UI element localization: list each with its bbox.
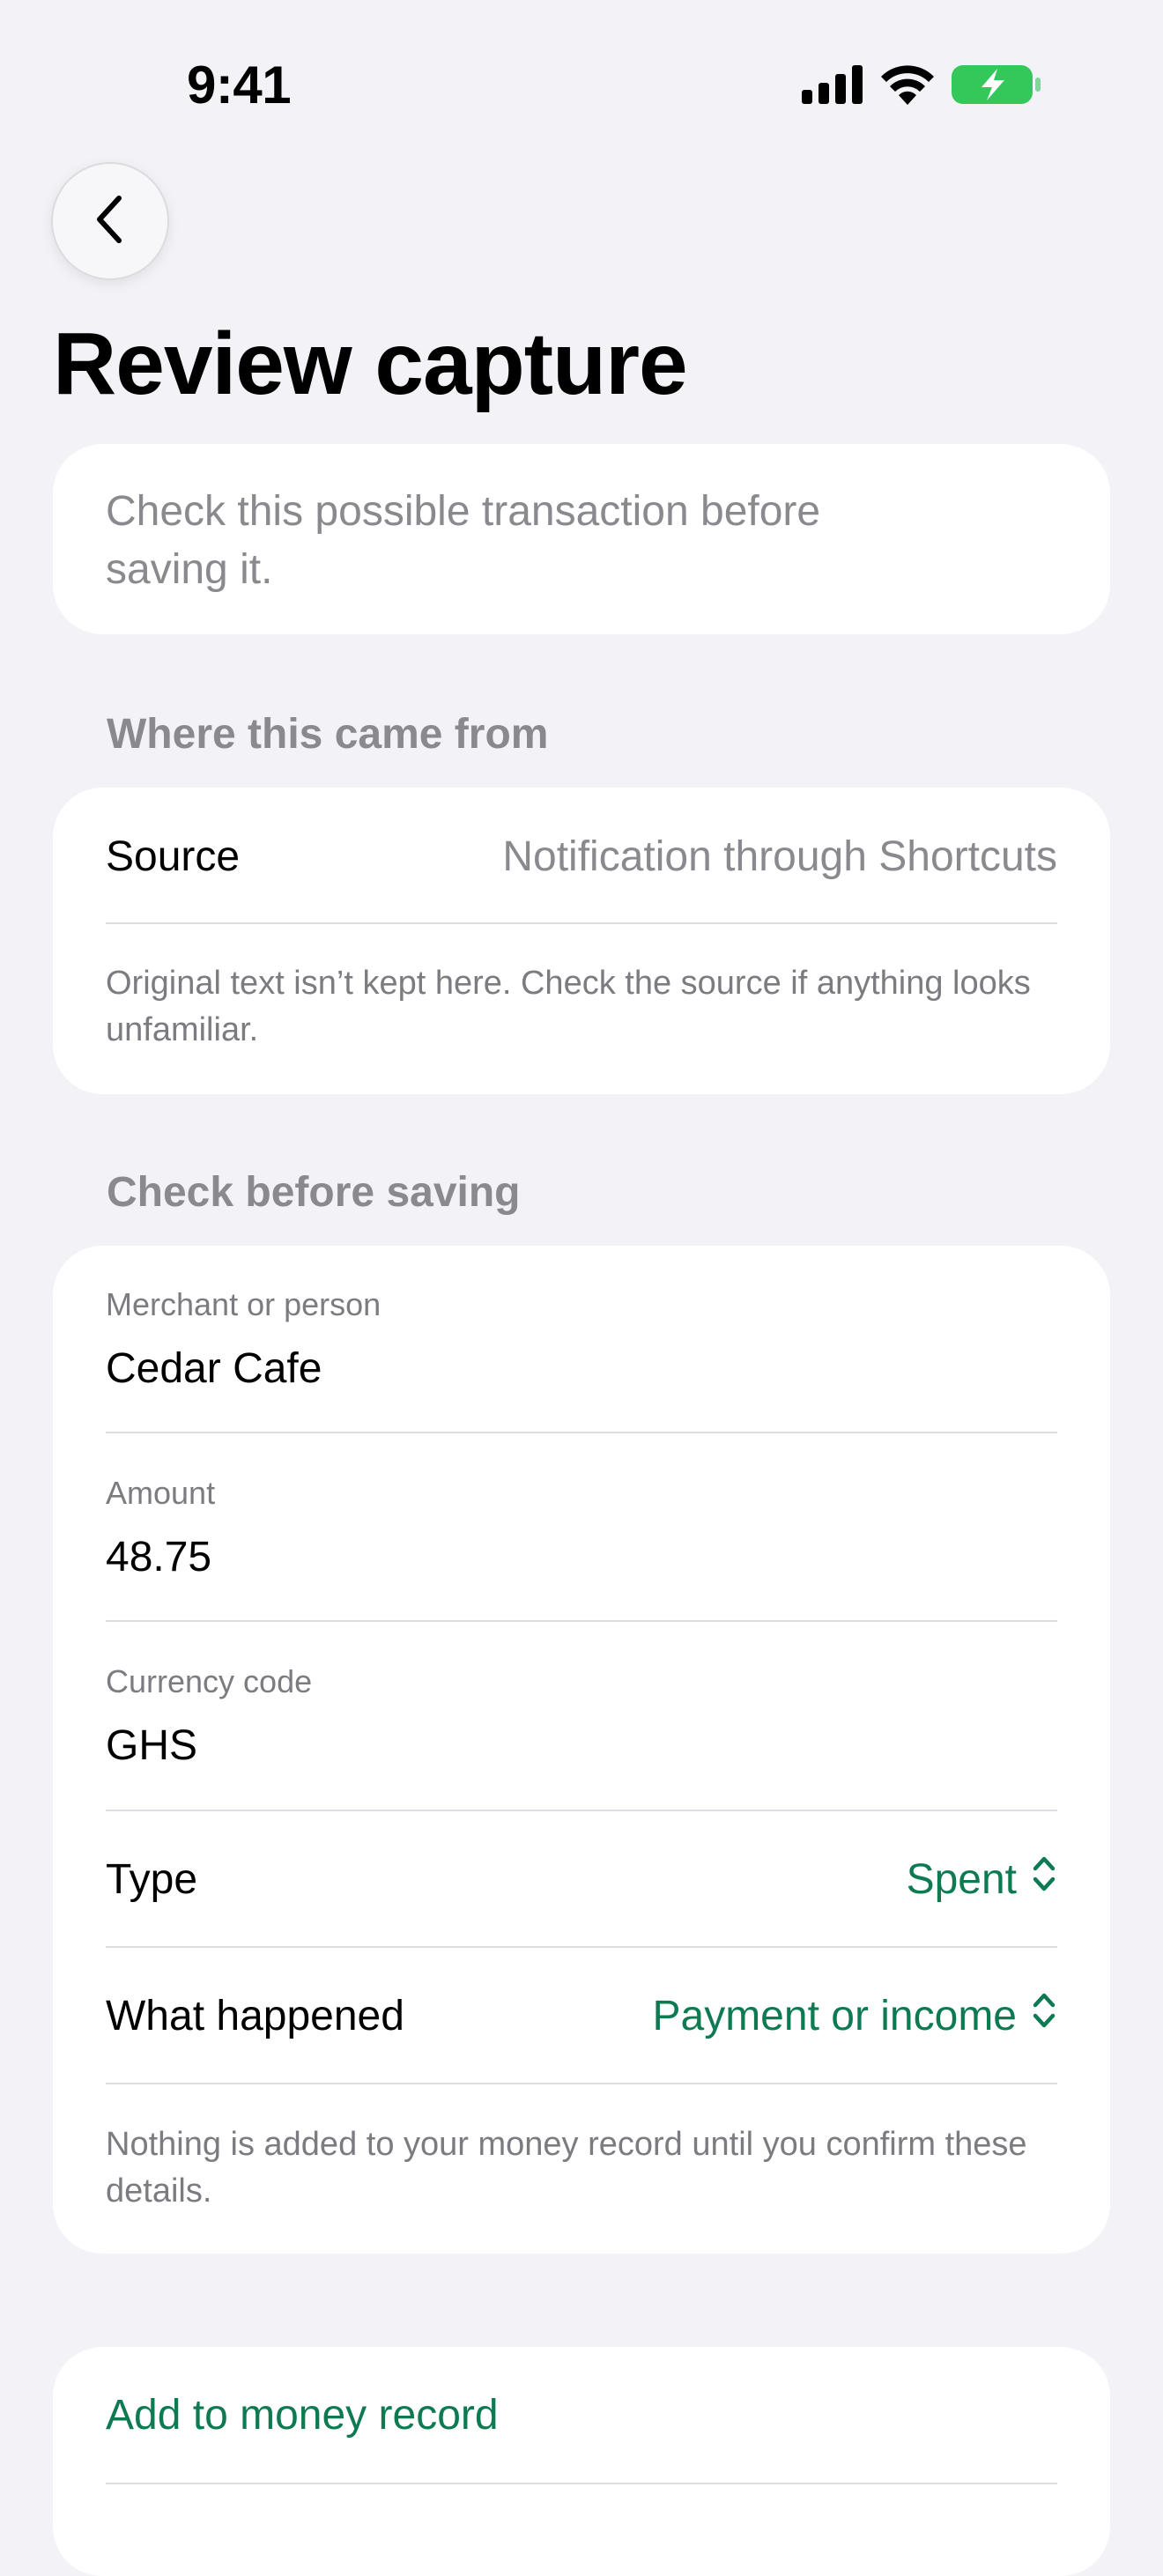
intro-text: Check this possible transaction before s… xyxy=(106,488,821,593)
merchant-label: Merchant or person xyxy=(106,1286,381,1322)
happened-picker[interactable]: Payment or income xyxy=(652,1989,1057,2042)
amount-field[interactable]: Amount 48.75 xyxy=(106,1475,1057,1581)
status-time: 9:41 xyxy=(187,56,292,115)
divider xyxy=(106,1432,1057,1433)
type-label: Type xyxy=(106,1855,198,1903)
happened-label: What happened xyxy=(106,1992,404,2039)
wifi-icon xyxy=(879,64,936,109)
source-label: Source xyxy=(106,833,241,880)
source-card: Source Notification through Shortcuts Or… xyxy=(53,788,1110,1094)
happened-value: Payment or income xyxy=(652,1992,1017,2039)
actions-card: Add to money record xyxy=(53,2347,1110,2576)
chevron-up-down-icon xyxy=(1031,1989,1057,2042)
type-value: Spent xyxy=(906,1855,1017,1903)
chevron-up-down-icon xyxy=(1031,1853,1057,1906)
currency-field[interactable]: Currency code GHS xyxy=(106,1663,1057,1770)
cellular-signal-icon xyxy=(802,65,863,108)
merchant-field[interactable]: Merchant or person Cedar Cafe xyxy=(106,1286,1057,1393)
add-to-record-button[interactable]: Add to money record xyxy=(106,2347,1057,2483)
type-picker[interactable]: Spent xyxy=(907,1853,1057,1906)
source-section-header: Where this came from xyxy=(107,711,549,758)
status-icons xyxy=(802,63,1041,110)
divider xyxy=(106,2083,1057,2084)
currency-label: Currency code xyxy=(106,1663,313,1699)
amount-label: Amount xyxy=(106,1475,216,1511)
amount-input[interactable]: 48.75 xyxy=(106,1533,1057,1581)
type-row[interactable]: Type Spent xyxy=(106,1811,1057,1947)
divider xyxy=(106,1620,1057,1622)
details-note: Nothing is added to your money record un… xyxy=(106,2126,1027,2210)
status-bar: 9:41 xyxy=(0,0,1163,159)
intro-card: Check this possible transaction before s… xyxy=(53,444,1110,634)
merchant-input[interactable]: Cedar Cafe xyxy=(106,1344,1057,1393)
source-value: Notification through Shortcuts xyxy=(502,833,1057,880)
currency-input[interactable]: GHS xyxy=(106,1721,1057,1770)
battery-charging-icon xyxy=(952,63,1041,110)
back-button[interactable] xyxy=(51,162,169,280)
divider xyxy=(106,2483,1057,2484)
happened-row[interactable]: What happened Payment or income xyxy=(106,1948,1057,2084)
add-to-record-label: Add to money record xyxy=(106,2391,499,2439)
chevron-left-icon xyxy=(91,193,130,250)
source-row: Source Notification through Shortcuts xyxy=(106,823,1057,890)
source-note: Original text isn’t kept here. Check the… xyxy=(106,965,1031,1048)
details-card: Merchant or person Cedar Cafe Amount 48.… xyxy=(53,1246,1110,2254)
details-section-header: Check before saving xyxy=(107,1169,521,1216)
page-title: Review capture xyxy=(53,315,688,413)
divider xyxy=(106,922,1057,924)
